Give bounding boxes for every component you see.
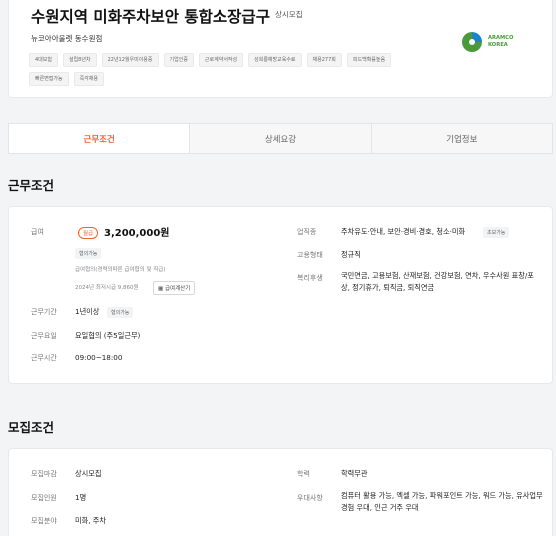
period-value: 1년이상 (75, 307, 100, 316)
tag: 기업인증 (163, 53, 194, 67)
logo-text-line1: ARAMCO (488, 35, 514, 41)
period-label: 근무기간 (31, 308, 57, 316)
period-chip: 협의가능 (107, 307, 134, 318)
deadline-value: 상시모집 (75, 469, 102, 478)
field-label: 모집분야 (31, 517, 57, 525)
tag: 근로계약서작성 (198, 53, 244, 67)
tag: 빠른면접가능 (29, 72, 69, 86)
work-conditions-card: 급여 월급 3,200,000원 협의가능 급여협의(경력의따른 급여협의 및 … (8, 206, 553, 384)
logo-text-line2: KOREA (488, 41, 508, 48)
recruit-section-title: 모집조건 (8, 420, 55, 435)
company-tags: 4대보험 설립8년차 22년12월우미이용증 기업인증 근로계약서작성 성희롱예… (29, 53, 434, 86)
work-section-title: 근무조건 (8, 178, 55, 193)
tab-job-details[interactable]: 상세요강 (189, 124, 370, 153)
pay-negotiable-chip: 협의가능 (75, 248, 102, 259)
headcount-label: 모집인원 (31, 494, 57, 502)
min-wage-text: 2024년 최저시급 9,860원 (75, 285, 139, 291)
tag: 채용277회 (306, 53, 342, 67)
pay-amount: 3,200,000원 (104, 228, 170, 239)
beginner-chip: 초보가능 (483, 227, 510, 238)
tag: 즉각채용 (73, 72, 105, 86)
tab-work-conditions[interactable]: 근무조건 (9, 124, 190, 153)
salary-calculator-label: 급여계산기 (164, 286, 191, 292)
field-value: 미화, 주차 (75, 516, 107, 525)
company-logo: ARAMCO KOREA (460, 30, 520, 54)
detail-tabs: 근무조건 상세요강 기업정보 (8, 123, 553, 154)
preference-value: 컴퓨터 활용 가능, 엑셀 가능, 파워포인트 가능, 워드 가능, 유사업무 … (341, 491, 543, 512)
calculator-icon: ▦ (158, 286, 164, 292)
pay-label: 급여 (31, 228, 44, 236)
days-label: 근무요일 (31, 332, 57, 340)
recruit-status-badge: 상시모집 (275, 10, 303, 19)
tag: 성희롱예방교육수료 (248, 53, 302, 67)
hours-label: 근무시간 (31, 354, 57, 362)
pay-note: 급여협의(경력의따른 급여협의 및 직급) (75, 267, 166, 273)
company-name[interactable]: 뉴코아아울렛 동수원점 (31, 33, 102, 44)
salary-calculator-button[interactable]: ▦ 급여계산기 (153, 281, 196, 295)
pay-type-badge: 월급 (78, 227, 99, 239)
benefits-label: 복리후생 (297, 274, 323, 282)
employment-type-label: 고용형태 (297, 251, 323, 259)
education-value: 학력무관 (341, 469, 368, 478)
aramco-logo-icon (462, 32, 482, 52)
employment-type-value: 정규직 (341, 250, 361, 259)
hours-value: 09:00~18:00 (75, 353, 123, 362)
job-category-label: 업직종 (297, 228, 317, 236)
tag: 설립8년차 (62, 53, 97, 67)
tag: 4대보험 (29, 53, 58, 67)
preference-label: 우대사항 (297, 494, 323, 502)
tab-company-info[interactable]: 기업정보 (370, 124, 552, 153)
job-category-value: 주차유도·안내, 보안·경비·경호, 청소·미화 (341, 227, 466, 236)
days-value: 요일협의 (주5일근무) (75, 331, 141, 340)
benefits-value: 국민연금, 고용보험, 산재보험, 건강보험, 연차, 우수사원 표창/포상, … (341, 271, 534, 292)
job-title: 수원지역 미화주차보안 통합소장급구 (31, 8, 270, 26)
deadline-label: 모집마감 (31, 470, 57, 478)
recruit-conditions-card: 모집마감 상시모집 모집인원 1명 모집분야 미화, 주차 학력 학력무관 우대… (8, 448, 553, 536)
education-label: 학력 (297, 470, 310, 478)
headcount-value: 1명 (75, 493, 87, 502)
job-header-card: 수원지역 미화주차보안 통합소장급구 상시모집 뉴코아아울렛 동수원점 4대보험… (8, 0, 553, 98)
tag: 피드백확률높음 (346, 53, 392, 67)
tag: 22년12월우미이용증 (101, 53, 159, 67)
